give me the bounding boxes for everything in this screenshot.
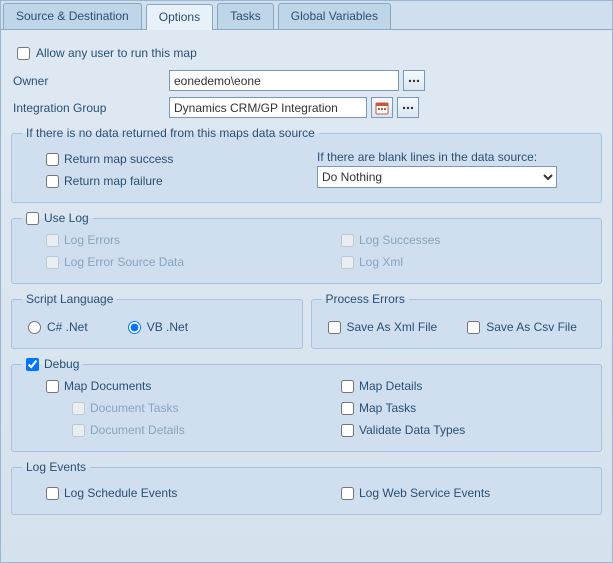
validate-data-types-label: Validate Data Types xyxy=(359,423,465,437)
process-errors-group: Process Errors Save As Xml File Save As … xyxy=(311,292,603,349)
document-tasks-checkbox xyxy=(72,402,85,415)
integration-group-label: Integration Group xyxy=(9,101,169,115)
map-documents-checkbox[interactable] xyxy=(46,380,59,393)
log-schedule-events-checkbox[interactable] xyxy=(46,487,59,500)
log-successes-label: Log Successes xyxy=(359,233,440,247)
tab-options[interactable]: Options xyxy=(146,4,213,30)
allow-any-user-label: Allow any user to run this map xyxy=(36,46,197,60)
log-web-service-events-checkbox[interactable] xyxy=(341,487,354,500)
owner-input[interactable] xyxy=(169,70,399,91)
integration-group-lookup-button[interactable] xyxy=(397,97,419,118)
debug-checkbox[interactable] xyxy=(26,358,39,371)
integration-group-input[interactable] xyxy=(169,97,367,118)
calendar-icon xyxy=(375,101,389,115)
no-data-legend: If there is no data returned from this m… xyxy=(22,126,319,140)
log-successes-checkbox xyxy=(341,234,354,247)
ellipsis-icon xyxy=(402,106,414,110)
map-details-label: Map Details xyxy=(359,379,422,393)
save-csv-label: Save As Csv File xyxy=(486,320,577,334)
return-map-success-checkbox[interactable] xyxy=(46,153,59,166)
tab-source-destination[interactable]: Source & Destination xyxy=(3,3,142,29)
save-xml-label: Save As Xml File xyxy=(347,320,438,334)
document-details-label: Document Details xyxy=(90,423,185,437)
integration-group-calendar-button[interactable] xyxy=(371,97,393,118)
log-schedule-events-label: Log Schedule Events xyxy=(64,486,177,500)
return-map-failure-checkbox[interactable] xyxy=(46,175,59,188)
map-tasks-label: Map Tasks xyxy=(359,401,416,415)
log-errors-checkbox xyxy=(46,234,59,247)
log-events-group: Log Events Log Schedule Events Log Web S… xyxy=(11,460,602,515)
csharp-radio[interactable] xyxy=(28,321,41,334)
script-language-legend: Script Language xyxy=(22,292,117,306)
log-error-source-label: Log Error Source Data xyxy=(64,255,184,269)
return-map-failure-label: Return map failure xyxy=(64,174,163,188)
blank-lines-label: If there are blank lines in the data sou… xyxy=(317,148,591,166)
save-xml-checkbox[interactable] xyxy=(328,321,341,334)
options-panel: Source & Destination Options Tasks Globa… xyxy=(0,0,613,563)
log-xml-checkbox xyxy=(341,256,354,269)
tab-bar: Source & Destination Options Tasks Globa… xyxy=(1,1,612,30)
use-log-checkbox[interactable] xyxy=(26,212,39,225)
options-content: Allow any user to run this map Owner Int… xyxy=(1,30,612,533)
owner-lookup-button[interactable] xyxy=(403,70,425,91)
blank-lines-select[interactable]: Do Nothing xyxy=(317,166,557,188)
script-language-group: Script Language C# .Net VB .Net xyxy=(11,292,303,349)
allow-any-user-checkbox[interactable] xyxy=(17,47,30,60)
save-csv-checkbox[interactable] xyxy=(467,321,480,334)
debug-group: Debug Map Documents Document Tasks Doc xyxy=(11,357,602,452)
map-documents-label: Map Documents xyxy=(64,379,151,393)
tab-tasks[interactable]: Tasks xyxy=(217,3,274,29)
log-web-service-events-label: Log Web Service Events xyxy=(359,486,490,500)
tab-global-variables[interactable]: Global Variables xyxy=(278,3,391,29)
owner-label: Owner xyxy=(9,74,169,88)
log-errors-label: Log Errors xyxy=(64,233,120,247)
no-data-group: If there is no data returned from this m… xyxy=(11,126,602,203)
vb-label: VB .Net xyxy=(147,320,188,334)
process-errors-legend: Process Errors xyxy=(322,292,409,306)
map-tasks-checkbox[interactable] xyxy=(341,402,354,415)
log-xml-label: Log Xml xyxy=(359,255,403,269)
csharp-label: C# .Net xyxy=(47,320,88,334)
use-log-group: Use Log Log Errors Log Error Source Data xyxy=(11,211,602,284)
log-events-legend: Log Events xyxy=(22,460,90,474)
validate-data-types-checkbox[interactable] xyxy=(341,424,354,437)
document-tasks-label: Document Tasks xyxy=(90,401,178,415)
document-details-checkbox xyxy=(72,424,85,437)
log-error-source-checkbox xyxy=(46,256,59,269)
map-details-checkbox[interactable] xyxy=(341,380,354,393)
debug-label: Debug xyxy=(44,357,79,371)
return-map-success-label: Return map success xyxy=(64,152,173,166)
use-log-label: Use Log xyxy=(44,211,89,225)
vb-radio[interactable] xyxy=(128,321,141,334)
ellipsis-icon xyxy=(408,79,420,83)
